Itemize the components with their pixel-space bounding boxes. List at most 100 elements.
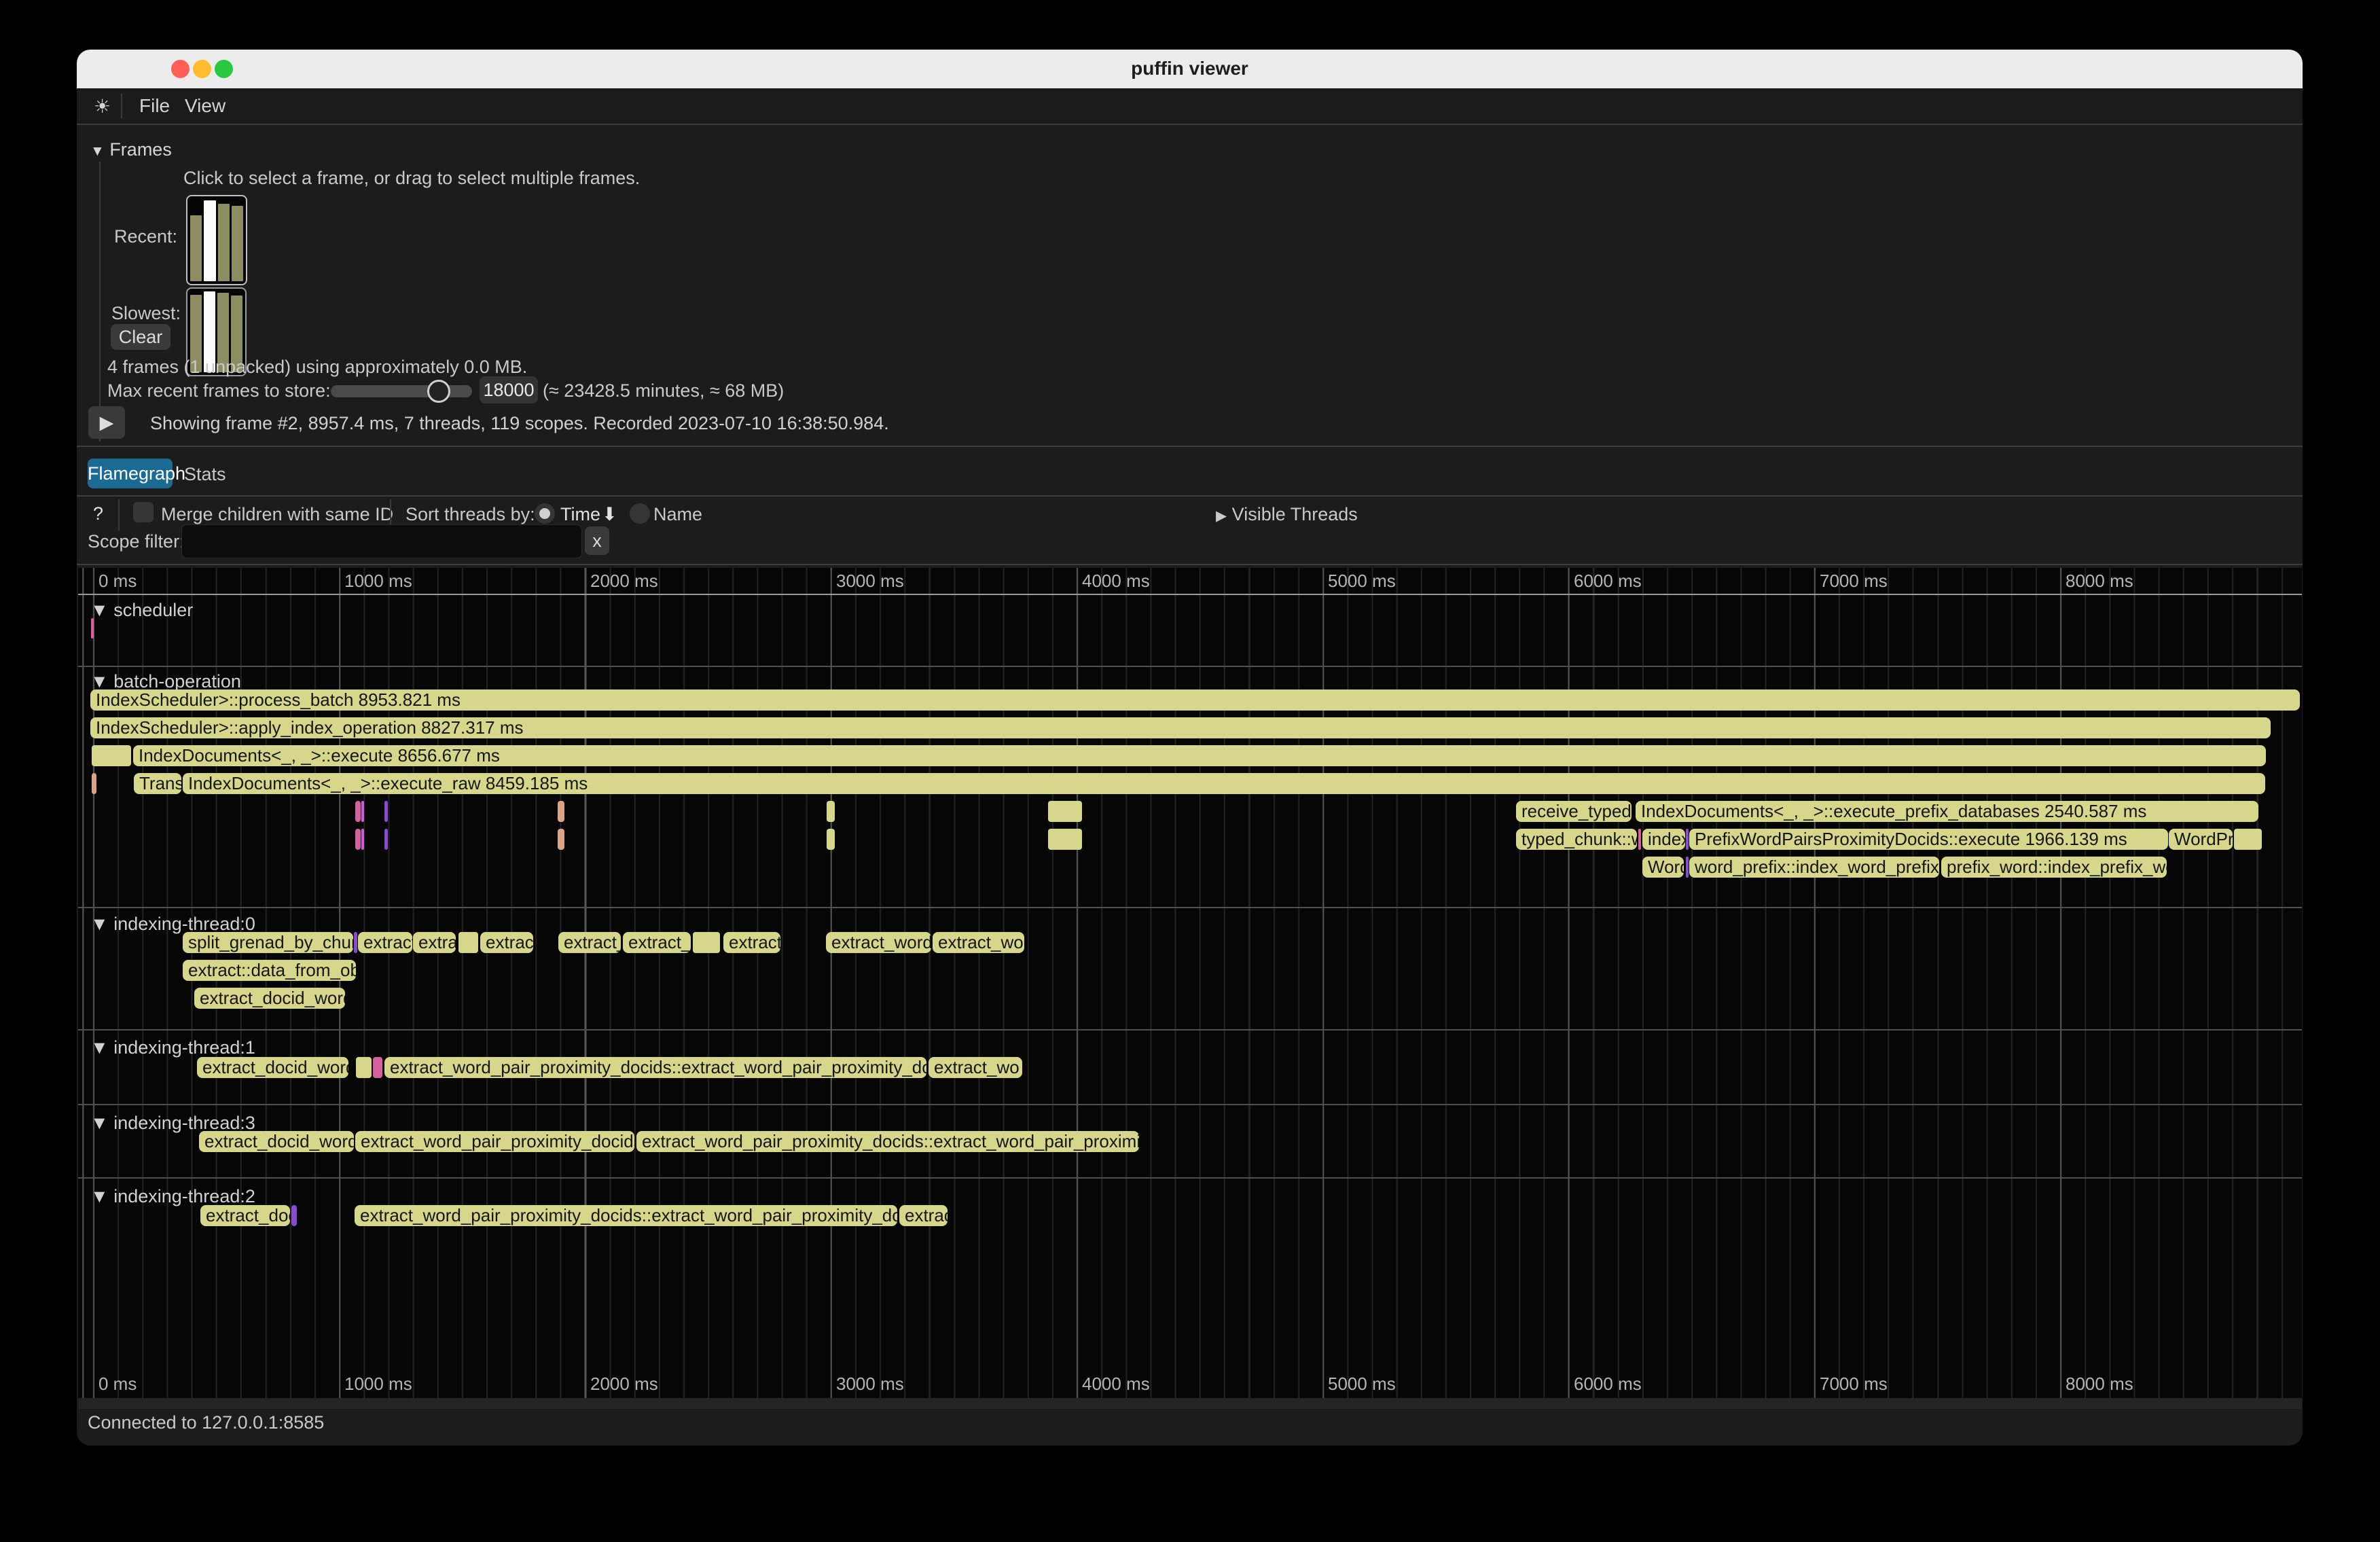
separator xyxy=(77,564,2303,565)
thread-section-separator xyxy=(78,1029,2302,1030)
scope-tick[interactable] xyxy=(2234,829,2262,850)
recent-frames-thumbnail[interactable] xyxy=(186,195,247,285)
scope-bar[interactable]: extract_wo xyxy=(933,932,1024,953)
scope-tick[interactable] xyxy=(558,801,564,822)
thread-header[interactable]: ▼ scheduler xyxy=(90,600,193,621)
scope-bar[interactable]: IndexScheduler>::process_batch 8953.821 … xyxy=(90,689,2300,711)
scope-tick[interactable] xyxy=(355,801,361,822)
scope-tick[interactable] xyxy=(92,773,96,794)
axis-tick-label: 8000 ms xyxy=(2066,571,2133,592)
sort-direction-arrow-icon[interactable]: ⬇ xyxy=(602,504,617,525)
scope-bar[interactable]: receive_typed_ xyxy=(1516,801,1631,822)
scope-bar[interactable]: extract xyxy=(723,932,780,953)
scope-bar[interactable]: IndexDocuments<_, _>::execute_raw 8459.1… xyxy=(183,773,2265,794)
scope-tick[interactable] xyxy=(558,829,564,850)
menu-view[interactable]: View xyxy=(185,95,226,117)
scope-tick[interactable] xyxy=(355,829,361,850)
slowest-label: Slowest: xyxy=(111,303,181,324)
thread-header[interactable]: ▼ indexing-thread:1 xyxy=(90,1037,255,1058)
axis-tick-label: 2000 ms xyxy=(590,1374,658,1395)
menu-file[interactable]: File xyxy=(139,95,170,117)
radio-sort-name[interactable] xyxy=(630,503,650,524)
scope-bar[interactable]: extract_ xyxy=(623,932,691,953)
scope-bar[interactable]: extra xyxy=(413,932,456,953)
frame-bar[interactable] xyxy=(190,215,202,281)
scope-bar[interactable]: WordPr xyxy=(2169,829,2233,850)
frames-header-label: Frames xyxy=(109,139,172,160)
scope-tick[interactable] xyxy=(91,618,94,639)
scope-bar[interactable]: extrac xyxy=(899,1205,948,1226)
app-menu-icon[interactable]: ☀ xyxy=(94,95,111,118)
scope-bar[interactable]: extract_word_pair_proximity_docids::extr… xyxy=(355,1205,897,1226)
scope-bar[interactable]: extract_docid_word xyxy=(197,1057,348,1078)
scope-tick[interactable] xyxy=(291,1205,297,1226)
scope-tick[interactable] xyxy=(1048,829,1082,850)
scope-bar[interactable]: PrefixWordPairsProximityDocids::execute … xyxy=(1689,829,2168,850)
scope-tick[interactable] xyxy=(693,932,720,953)
scope-bar[interactable]: extract_ xyxy=(558,932,621,953)
scope-bar[interactable]: extract_doc xyxy=(200,1205,290,1226)
scope-bar[interactable]: extract::data_from_ob xyxy=(183,960,356,981)
scope-tick[interactable] xyxy=(356,1057,372,1078)
frames-collapsing-header[interactable]: ▼ Frames xyxy=(90,139,172,160)
scope-tick[interactable] xyxy=(1048,801,1082,822)
scope-bar[interactable]: extrac xyxy=(480,932,533,953)
scope-tick[interactable] xyxy=(92,745,131,766)
frame-bar[interactable] xyxy=(218,204,230,281)
scope-tick[interactable] xyxy=(827,801,835,822)
scope-tick[interactable] xyxy=(373,1057,382,1078)
slider-knob[interactable] xyxy=(427,380,450,403)
scope-bar[interactable]: typed_chunk::w xyxy=(1516,829,1637,850)
scope-bar[interactable]: IndexScheduler>::apply_index_operation 8… xyxy=(90,717,2271,738)
scope-bar[interactable]: extract_word xyxy=(826,932,931,953)
frame-bar[interactable] xyxy=(204,200,215,281)
axis-tick-label: 8000 ms xyxy=(2066,1374,2133,1395)
scope-tick[interactable] xyxy=(361,829,364,850)
flamegraph-canvas[interactable]: 0 ms0 ms1000 ms1000 ms2000 ms2000 ms3000… xyxy=(78,568,2302,1398)
scope-tick[interactable] xyxy=(384,829,388,850)
scope-bar[interactable]: extract xyxy=(358,932,412,953)
play-button[interactable]: ▶ xyxy=(88,406,125,439)
window-title: puffin viewer xyxy=(77,58,2303,79)
scroll-band xyxy=(78,1398,2302,1409)
scope-bar[interactable]: extract_docid_word xyxy=(199,1131,354,1152)
tab-flamegraph[interactable]: Flamegraph xyxy=(88,459,173,488)
scope-bar[interactable]: prefix_word::index_prefix_wo xyxy=(1941,857,2167,878)
scope-bar[interactable]: word_prefix::index_word_prefix_ xyxy=(1689,857,1939,878)
scope-tick[interactable] xyxy=(458,932,478,953)
scope-bar[interactable]: extract_word_pair_proximity_docids::extr… xyxy=(636,1131,1139,1152)
scope-tick[interactable] xyxy=(827,829,835,850)
tab-stats[interactable]: Stats xyxy=(184,464,226,485)
scope-bar[interactable]: extract_wo xyxy=(928,1057,1022,1078)
scope-bar[interactable]: Word xyxy=(1642,857,1684,878)
visible-threads-header[interactable]: ▶ Visible Threads xyxy=(1216,504,1358,525)
separator xyxy=(118,499,120,531)
scope-bar[interactable]: extract_docid_word xyxy=(194,988,345,1009)
help-button[interactable]: ? xyxy=(93,503,103,524)
scope-bar[interactable]: IndexDocuments<_, _>::execute 8656.677 m… xyxy=(133,745,2266,766)
scope-bar[interactable]: extract_word_pair_proximity_docids::extr… xyxy=(384,1057,926,1078)
scope-tick[interactable] xyxy=(384,801,388,822)
frames-info: 4 frames (1 unpacked) using approximatel… xyxy=(107,357,527,378)
clear-filter-button[interactable]: x xyxy=(585,526,609,555)
scope-tick[interactable] xyxy=(361,801,364,822)
sort-time-label: Time xyxy=(560,504,600,525)
scope-tick[interactable] xyxy=(1686,857,1689,878)
frame-bar[interactable] xyxy=(232,206,243,281)
scope-tick[interactable] xyxy=(1638,829,1641,850)
scope-bar[interactable]: extract_word_pair_proximity_docids xyxy=(355,1131,634,1152)
scope-bar[interactable]: index xyxy=(1642,829,1685,850)
scope-bar[interactable]: IndexDocuments<_, _>::execute_prefix_dat… xyxy=(1636,801,2258,822)
max-frames-value[interactable]: 18000 xyxy=(480,376,538,404)
radio-sort-time[interactable] xyxy=(535,503,555,524)
clear-button[interactable]: Clear xyxy=(111,324,170,350)
merge-checkbox[interactable] xyxy=(133,502,154,522)
scope-bar[interactable]: split_grenad_by_chun xyxy=(183,932,353,953)
scope-tick[interactable] xyxy=(354,932,357,953)
thread-header[interactable]: ▼ indexing-thread:2 xyxy=(90,1186,255,1207)
scope-bar[interactable]: Trans xyxy=(134,773,181,794)
scope-filter-input[interactable] xyxy=(181,524,582,558)
separator xyxy=(77,495,2303,497)
scope-tick[interactable] xyxy=(1686,829,1689,850)
max-frames-slider[interactable] xyxy=(331,385,472,397)
